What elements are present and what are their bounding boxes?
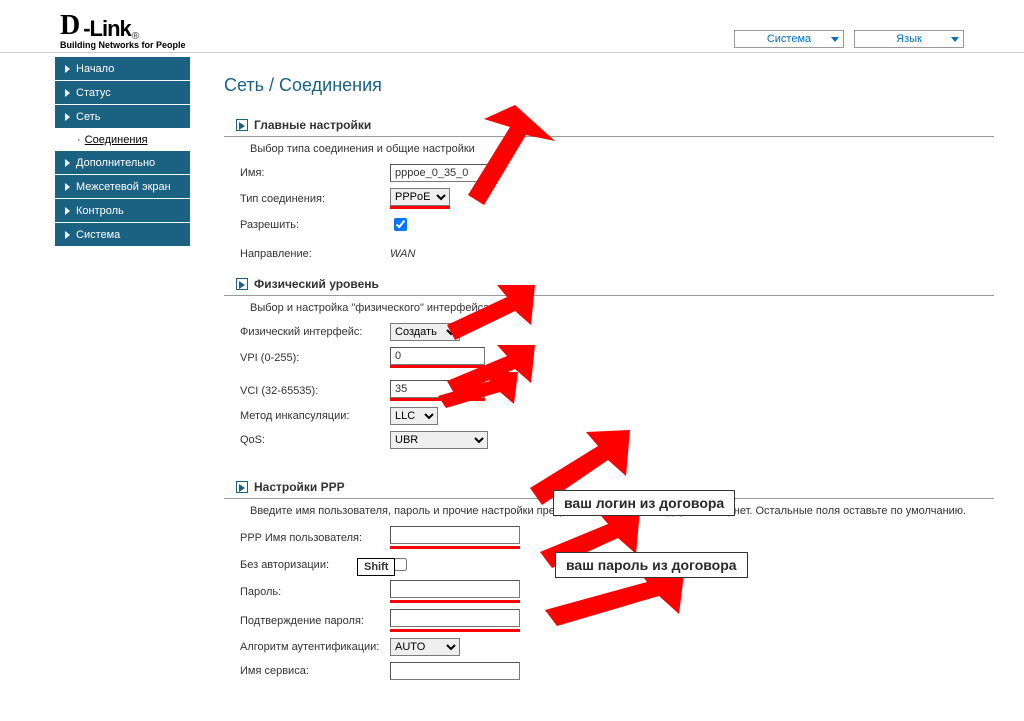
section-title: Физический уровень	[254, 277, 379, 291]
noauth-checkbox[interactable]	[394, 558, 407, 571]
chevron-down-icon	[951, 37, 959, 42]
name-label: Имя:	[240, 167, 390, 179]
encap-label: Метод инкапсуляции:	[240, 410, 390, 422]
vpi-label: VPI (0-255):	[240, 352, 390, 364]
sidebar-item-label: Сеть	[76, 111, 100, 123]
sidebar-item-label: Система	[76, 229, 120, 241]
caret-right-icon	[65, 207, 70, 215]
sidebar-item-label: Контроль	[76, 205, 124, 217]
name-input[interactable]	[390, 164, 490, 182]
confirm-label: Подтверждение пароля:	[240, 615, 390, 627]
chevron-down-icon	[831, 37, 839, 42]
logo-tagline: Building Networks for People	[60, 40, 186, 50]
sidebar-item-start[interactable]: Начало	[55, 57, 190, 81]
vpi-input[interactable]	[390, 347, 485, 365]
vci-input[interactable]	[390, 380, 485, 398]
caret-right-icon	[65, 65, 70, 73]
section-desc: Выбор типа соединения и общие настройки	[224, 137, 994, 161]
iface-label: Физический интерфейс:	[240, 326, 390, 338]
pass-label: Пароль:	[240, 586, 390, 598]
qos-select[interactable]: UBR	[390, 431, 488, 449]
section-desc: Выбор и настройка "физического" интерфей…	[224, 296, 994, 320]
content: Сеть / Соединения Главные настройки Выбо…	[190, 57, 1024, 721]
caret-right-icon	[65, 159, 70, 167]
section-physical: Физический уровень Выбор и настройка "фи…	[224, 277, 994, 452]
section-icon	[236, 278, 248, 290]
sidebar-item-status[interactable]: Статус	[55, 81, 190, 105]
caret-right-icon	[65, 89, 70, 97]
caret-right-icon	[65, 231, 70, 239]
auth-select[interactable]: AUTO	[390, 638, 460, 656]
vci-label: VCI (32-65535):	[240, 385, 390, 397]
ppp-user-label: PPP Имя пользователя:	[240, 532, 390, 544]
sidebar-item-additional[interactable]: Дополнительно	[55, 151, 190, 175]
confirm-input[interactable]	[390, 609, 520, 627]
note-password: ваш пароль из договора	[555, 552, 748, 578]
sidebar-item-firewall[interactable]: Межсетевой экран	[55, 175, 190, 199]
system-dropdown[interactable]: Система	[734, 30, 844, 48]
direction-value: WAN	[390, 248, 415, 260]
sidebar-item-control[interactable]: Контроль	[55, 199, 190, 223]
sidebar-item-label: Дополнительно	[76, 157, 155, 169]
sidebar-item-label: Межсетевой экран	[76, 181, 171, 193]
page-title: Сеть / Соединения	[224, 75, 994, 96]
sidebar-item-network[interactable]: Сеть	[55, 105, 190, 129]
type-select[interactable]: PPPoE	[390, 188, 450, 206]
section-icon	[236, 119, 248, 131]
qos-label: QoS:	[240, 434, 390, 446]
allow-label: Разрешить:	[240, 219, 390, 231]
sidebar-item-label: Начало	[76, 63, 114, 75]
sidebar-item-label: Статус	[76, 87, 111, 99]
service-input[interactable]	[390, 662, 520, 680]
pass-input[interactable]	[390, 580, 520, 598]
system-dropdown-label: Система	[767, 33, 811, 45]
ppp-user-input[interactable]	[390, 526, 520, 544]
language-dropdown-label: Язык	[896, 33, 922, 45]
allow-checkbox[interactable]	[394, 218, 407, 231]
shift-key-indicator: Shift	[357, 558, 395, 576]
auth-label: Алгоритм аутентификации:	[240, 641, 390, 653]
sidebar-item-system[interactable]: Система	[55, 223, 190, 247]
sidebar-subitem-label: Соединения	[85, 134, 148, 146]
caret-right-icon	[65, 113, 70, 121]
section-icon	[236, 481, 248, 493]
iface-select[interactable]: Создать	[390, 323, 460, 341]
logo: D-Link® Building Networks for People	[60, 10, 186, 50]
caret-right-icon	[65, 183, 70, 191]
section-title: Настройки PPP	[254, 480, 345, 494]
sidebar-subitem-connections[interactable]: · Соединения	[55, 129, 190, 151]
note-login: ваш логин из договора	[553, 490, 735, 516]
service-label: Имя сервиса:	[240, 665, 390, 677]
section-title: Главные настройки	[254, 118, 371, 132]
sidebar: Начало Статус Сеть · Соединения Дополнит…	[0, 57, 190, 721]
direction-label: Направление:	[240, 248, 390, 260]
encap-select[interactable]: LLC	[390, 407, 438, 425]
section-main: Главные настройки Выбор типа соединения …	[224, 118, 994, 265]
language-dropdown[interactable]: Язык	[854, 30, 964, 48]
type-label: Тип соединения:	[240, 193, 390, 205]
